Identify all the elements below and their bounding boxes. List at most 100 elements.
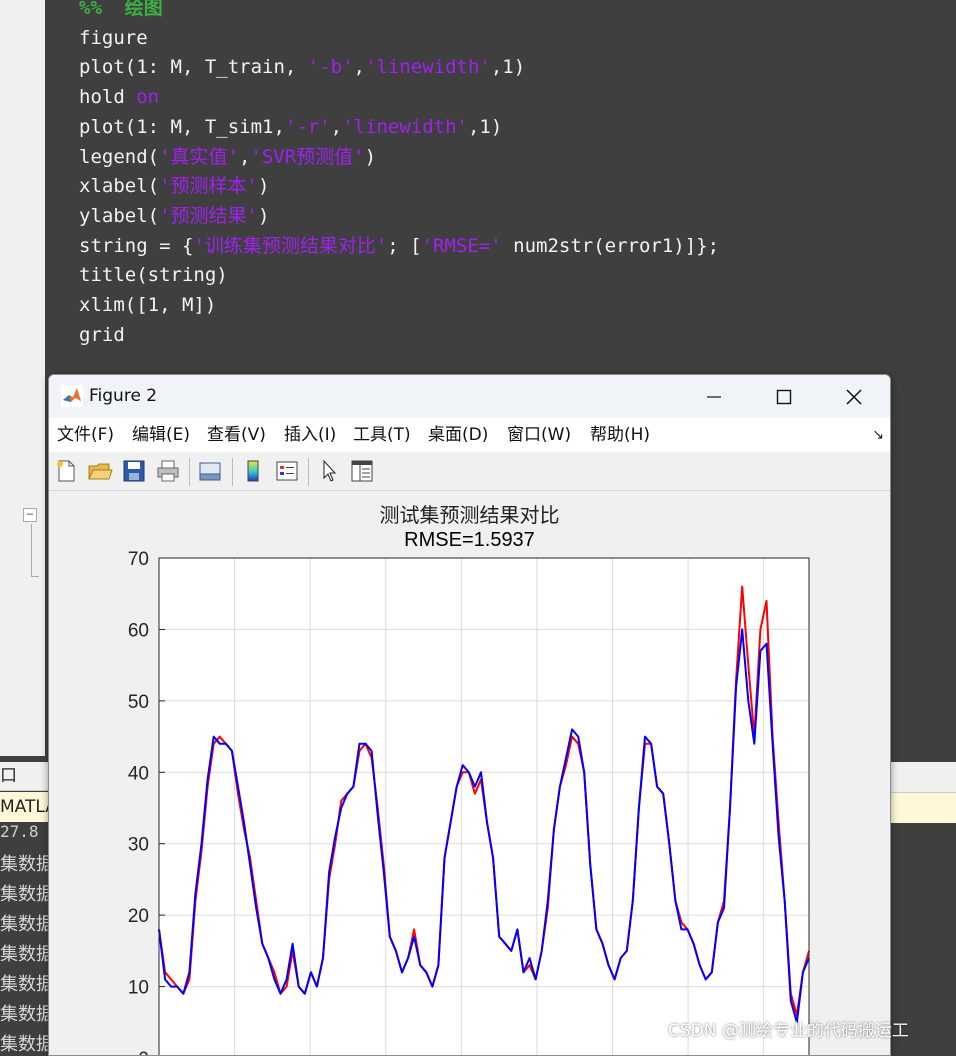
- toolbar-separator: [232, 458, 233, 486]
- toolbar-separator: [189, 458, 190, 486]
- menu-help[interactable]: 帮助(H): [590, 418, 650, 452]
- code-token: string = {: [79, 234, 194, 257]
- figure-window[interactable]: Figure 2 文件(F) 编辑(E) 查看(V) 插入(I) 工具(T) 桌…: [48, 374, 891, 1056]
- string-literal: 'SVR预测值': [250, 145, 365, 168]
- fold-guide-line: [31, 524, 32, 576]
- code-token: plot(1: M, T_sim1,: [79, 115, 285, 138]
- y-tick-label: 70: [128, 549, 149, 570]
- command-window-bar-right: [889, 793, 956, 823]
- property-editor-icon[interactable]: [349, 458, 375, 484]
- maximize-icon: [776, 389, 792, 404]
- command-window-header: 口: [0, 762, 48, 791]
- code-token: plot(1: M, T_train,: [79, 56, 308, 79]
- command-output-line: 集数据: [0, 884, 48, 905]
- code-token: xlim([1, M]): [79, 294, 217, 317]
- code-token: hold: [79, 86, 137, 109]
- csdn-watermark: CSDN @测绘专业的代码搬运工: [668, 1021, 909, 1041]
- editor-gutter: −: [0, 0, 45, 756]
- minimize-button[interactable]: [679, 375, 749, 418]
- code-line[interactable]: ylabel('预测结果'): [79, 202, 719, 232]
- y-tick-label: 0: [138, 1049, 149, 1055]
- code-token: num2str(error1)]};: [501, 234, 720, 257]
- code-token: xlabel(: [79, 175, 160, 198]
- y-tick-label: 40: [128, 763, 149, 784]
- code-line[interactable]: legend('真实值','SVR预测值'): [79, 143, 719, 173]
- code-line[interactable]: figure: [79, 24, 719, 54]
- toolbar-separator: [308, 458, 309, 486]
- command-output-line: 集数据: [0, 1034, 48, 1055]
- minimize-icon: [707, 395, 721, 398]
- code-fold-toggle[interactable]: −: [23, 508, 37, 522]
- code-line[interactable]: hold on: [79, 83, 719, 113]
- link-plot-icon[interactable]: [197, 458, 223, 484]
- fold-guide-end: [31, 576, 39, 577]
- code-line[interactable]: plot(1: M, T_sim1,'-r','linewidth',1): [79, 113, 719, 143]
- code-line[interactable]: title(string): [79, 261, 719, 291]
- string-literal: '真实值': [159, 145, 239, 168]
- menu-window[interactable]: 窗口(W): [507, 418, 571, 452]
- menu-view[interactable]: 查看(V): [207, 418, 266, 452]
- code-token: grid: [79, 323, 125, 346]
- figure-window-title: Figure 2: [89, 386, 158, 406]
- code-line[interactable]: xlim([1, M]): [79, 291, 719, 321]
- menu-desktop[interactable]: 桌面(D): [428, 418, 488, 452]
- code-line[interactable]: %% 绘图: [79, 0, 719, 24]
- menu-edit[interactable]: 编辑(E): [132, 418, 190, 452]
- pointer-icon[interactable]: [316, 458, 342, 484]
- menu-insert[interactable]: 插入(I): [284, 418, 336, 452]
- legend-icon[interactable]: [274, 458, 300, 484]
- code-token: ,1): [490, 56, 526, 79]
- string-literal: '-r': [284, 115, 331, 138]
- code-text[interactable]: %% 绘图 figure plot(1: M, T_train, '-b','lin…: [79, 0, 719, 350]
- menu-tools[interactable]: 工具(T): [353, 418, 411, 452]
- command-output-line: 集数据: [0, 974, 48, 995]
- command-output-line: 集数据: [0, 1004, 48, 1025]
- print-icon[interactable]: [155, 458, 181, 484]
- figure-menubar: 文件(F) 编辑(E) 查看(V) 插入(I) 工具(T) 桌面(D) 窗口(W…: [49, 418, 890, 452]
- command-output-line: 集数据: [0, 944, 48, 965]
- save-icon[interactable]: [121, 458, 147, 484]
- string-literal: 'linewidth': [365, 56, 491, 79]
- code-token: ): [364, 145, 377, 168]
- close-icon: [846, 388, 862, 405]
- dock-icon[interactable]: ↘: [872, 427, 884, 443]
- code-token: legend(: [79, 145, 160, 168]
- string-literal: '训练集预测结果对比': [193, 234, 388, 257]
- y-tick-label: 20: [128, 906, 149, 927]
- close-button[interactable]: [819, 375, 889, 418]
- open-file-icon[interactable]: [87, 458, 113, 484]
- code-token: ): [257, 204, 270, 227]
- y-tick-label: 30: [128, 835, 149, 856]
- figure-titlebar[interactable]: Figure 2: [49, 375, 890, 418]
- line-chart[interactable]: 0 10 20 30 40 50 60 70: [49, 491, 890, 1055]
- code-token: ,1): [467, 115, 503, 138]
- code-token: ,: [330, 115, 343, 138]
- colorbar-icon[interactable]: [240, 458, 266, 484]
- code-token: ; [: [387, 234, 422, 257]
- command-window-header-right: [889, 762, 956, 793]
- matlab-label: MATLA: [0, 792, 48, 822]
- figure-toolbar: [49, 452, 890, 491]
- code-line[interactable]: plot(1: M, T_train, '-b','linewidth',1): [79, 53, 719, 83]
- code-line[interactable]: grid: [79, 321, 719, 351]
- code-token: title(string): [79, 264, 228, 287]
- code-token: ylabel(: [79, 204, 160, 227]
- command-output-line: 集数据: [0, 854, 48, 875]
- code-line[interactable]: xlabel('预测样本'): [79, 172, 719, 202]
- comment-text: %% 绘图: [79, 0, 163, 19]
- code-token: ,: [353, 56, 365, 79]
- menu-file[interactable]: 文件(F): [57, 418, 114, 452]
- string-literal: on: [136, 86, 160, 109]
- string-literal: '预测结果': [159, 204, 258, 227]
- y-tick-label: 10: [128, 978, 149, 999]
- y-tick-label: 60: [128, 620, 149, 641]
- maximize-button[interactable]: [749, 375, 819, 418]
- output-number: 27.8: [0, 822, 39, 841]
- plot-area[interactable]: 测试集预测结果对比 RMSE=1.5937 010203040506070: [49, 491, 890, 1055]
- code-token: ,: [238, 145, 251, 168]
- matlab-logo-icon: [61, 385, 83, 407]
- y-tick-label: 50: [128, 692, 149, 713]
- string-literal: '预测样本': [159, 175, 258, 198]
- new-figure-icon[interactable]: [53, 458, 79, 484]
- code-line[interactable]: string = {'训练集预测结果对比'; ['RMSE=' num2str(…: [79, 232, 719, 262]
